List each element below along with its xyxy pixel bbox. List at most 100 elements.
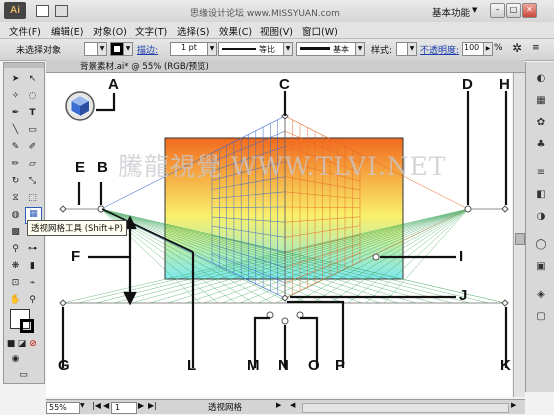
chevron-down-icon[interactable]: ▼ — [97, 42, 107, 56]
menu-effect[interactable]: 效果(C) — [219, 24, 252, 38]
rectangle-tool-icon[interactable]: ▭ — [25, 124, 40, 137]
next-page-icon[interactable]: ▶ — [138, 401, 144, 410]
eyedropper-tool-icon[interactable]: ⚲ — [8, 243, 23, 256]
close-button[interactable]: ✕ — [522, 3, 537, 18]
screen-mode-icon[interactable]: ▭ — [16, 369, 31, 382]
gear-icon[interactable]: ✲ — [512, 41, 522, 55]
pencil-tool-icon[interactable]: ✐ — [25, 141, 40, 154]
chevron-down-icon[interactable]: ▼ — [472, 6, 477, 14]
stroke-label[interactable]: 描边: — [137, 43, 158, 56]
stroke-color-icon[interactable] — [20, 319, 34, 333]
status-bar: 55% ▼ |◀ ◀ 1 ▶ ▶| 透视网格 ▶ ◀ ▶ — [46, 399, 525, 414]
draw-mode-icon[interactable]: ◉ — [8, 353, 23, 366]
first-page-icon[interactable]: |◀ — [92, 401, 101, 410]
mesh-tool-icon[interactable]: ▩ — [8, 226, 23, 239]
percent-sign: % — [494, 43, 503, 53]
page-field[interactable]: 1 — [111, 402, 137, 414]
chevron-down-icon[interactable]: ▼ — [207, 42, 217, 56]
panel-menu-icon[interactable]: ≡ — [532, 43, 540, 53]
blob-brush-tool-icon[interactable]: ✏ — [8, 158, 23, 171]
menu-edit[interactable]: 编辑(E) — [51, 24, 83, 38]
minimize-button[interactable]: – — [490, 3, 505, 18]
swatches-panel-icon[interactable]: ▦ — [534, 94, 548, 107]
graphic-styles-panel-icon[interactable]: ▣ — [534, 260, 548, 273]
paintbrush-tool-icon[interactable]: ✎ — [8, 141, 23, 154]
color-mode-icon[interactable]: ■ — [6, 338, 16, 351]
horizontal-scrollbar[interactable] — [302, 403, 509, 413]
menu-select[interactable]: 选择(S) — [177, 24, 209, 38]
menu-view[interactable]: 视图(V) — [260, 24, 293, 38]
scroll-thumb[interactable] — [515, 233, 525, 245]
brushes-panel-icon[interactable]: ✿ — [534, 116, 548, 129]
menu-window[interactable]: 窗口(W) — [302, 24, 338, 38]
vertical-scrollbar[interactable] — [513, 73, 525, 397]
stroke-weight-field[interactable]: 1 pt — [170, 42, 208, 56]
menu-object[interactable]: 对象(O) — [93, 24, 127, 38]
pen-tool-icon[interactable]: ✒ — [8, 107, 23, 120]
artboards-panel-icon[interactable]: ▢ — [534, 310, 548, 323]
line-tool-icon[interactable]: ╲ — [8, 124, 23, 137]
chevron-down-icon[interactable]: ▼ — [355, 42, 365, 56]
scroll-right-icon[interactable]: ▶ — [511, 401, 516, 409]
selection-tool-icon[interactable]: ➤ — [8, 73, 23, 86]
selection-status: 未选择对象 — [16, 46, 62, 56]
column-graph-tool-icon[interactable]: ▮ — [25, 260, 40, 273]
label-g: G — [58, 357, 70, 374]
eraser-tool-icon[interactable]: ▱ — [25, 158, 40, 171]
lasso-tool-icon[interactable]: ◌ — [25, 90, 40, 103]
symbols-panel-icon[interactable]: ♣ — [534, 138, 548, 151]
chevron-right-icon[interactable]: ▶ — [483, 42, 493, 56]
gradient-mode-icon[interactable]: ◪ — [17, 338, 27, 351]
blend-tool-icon[interactable]: ⊶ — [25, 243, 40, 256]
chevron-down-icon[interactable]: ▼ — [283, 42, 293, 56]
zoom-select[interactable]: 55% — [46, 402, 80, 414]
menu-file[interactable]: 文件(F) — [9, 24, 41, 38]
layout-icon[interactable] — [36, 5, 49, 17]
direct-selection-tool-icon[interactable]: ↖ — [25, 73, 40, 86]
grid-extent-handle — [372, 253, 380, 261]
brush-select[interactable]: 基本 — [296, 42, 356, 56]
stroke-panel-icon[interactable]: ≡ — [534, 166, 548, 179]
document-title: 背景素材.ai* @ 55% (RGB/预览) — [80, 62, 209, 72]
chevron-down-icon[interactable]: ▼ — [80, 402, 85, 409]
maximize-button[interactable]: □ — [506, 3, 521, 18]
gradient-panel-icon[interactable]: ◧ — [534, 188, 548, 201]
document-tab[interactable]: 背景素材.ai* @ 55% (RGB/预览) — [46, 60, 525, 73]
stroke-profile-select[interactable]: 等比 — [218, 42, 284, 56]
appearance-panel-icon[interactable]: ◯ — [534, 238, 548, 251]
artboard-tool-icon[interactable]: ⊡ — [8, 277, 23, 290]
scale-tool-icon[interactable]: ⤡ — [25, 175, 40, 188]
width-tool-icon[interactable]: ⧖ — [8, 192, 23, 205]
last-page-icon[interactable]: ▶| — [148, 401, 157, 410]
color-panel-icon[interactable]: ◐ — [534, 72, 548, 85]
label-o: O — [308, 357, 320, 374]
stroke-swatch[interactable] — [110, 42, 124, 56]
chevron-down-icon[interactable]: ▼ — [123, 42, 133, 56]
free-transform-tool-icon[interactable]: ⬚ — [25, 192, 40, 205]
rotate-tool-icon[interactable]: ↻ — [8, 175, 23, 188]
opacity-field[interactable]: 100 — [462, 42, 484, 56]
hand-tool-icon[interactable]: ✋ — [8, 294, 23, 307]
slice-tool-icon[interactable]: ⌁ — [25, 277, 40, 290]
type-tool-icon[interactable]: T — [25, 107, 40, 120]
magic-wand-tool-icon[interactable]: ✧ — [8, 90, 23, 103]
chevron-down-icon[interactable]: ▼ — [407, 42, 417, 56]
scroll-left-icon[interactable]: ◀ — [290, 401, 295, 409]
fill-swatch[interactable] — [84, 42, 98, 56]
label-h: H — [499, 76, 510, 93]
perspective-widget-icon[interactable] — [65, 91, 95, 121]
symbol-sprayer-tool-icon[interactable]: ❋ — [8, 260, 23, 273]
arrange-icon[interactable] — [55, 5, 68, 17]
none-mode-icon[interactable]: ⊘ — [28, 338, 38, 351]
zoom-tool-icon[interactable]: ⚲ — [25, 294, 40, 307]
opacity-label[interactable]: 不透明度: — [420, 43, 459, 56]
layers-panel-icon[interactable]: ◈ — [534, 288, 548, 301]
panel-grip[interactable] — [4, 63, 44, 68]
transparency-panel-icon[interactable]: ◑ — [534, 210, 548, 223]
label-m: M — [247, 357, 260, 374]
prev-page-icon[interactable]: ◀ — [103, 401, 109, 410]
shape-builder-tool-icon[interactable]: ◍ — [8, 209, 23, 222]
workspace-switcher[interactable]: 基本功能 — [432, 5, 470, 19]
chevron-right-icon[interactable]: ▶ — [276, 401, 281, 409]
menu-type[interactable]: 文字(T) — [135, 24, 167, 38]
